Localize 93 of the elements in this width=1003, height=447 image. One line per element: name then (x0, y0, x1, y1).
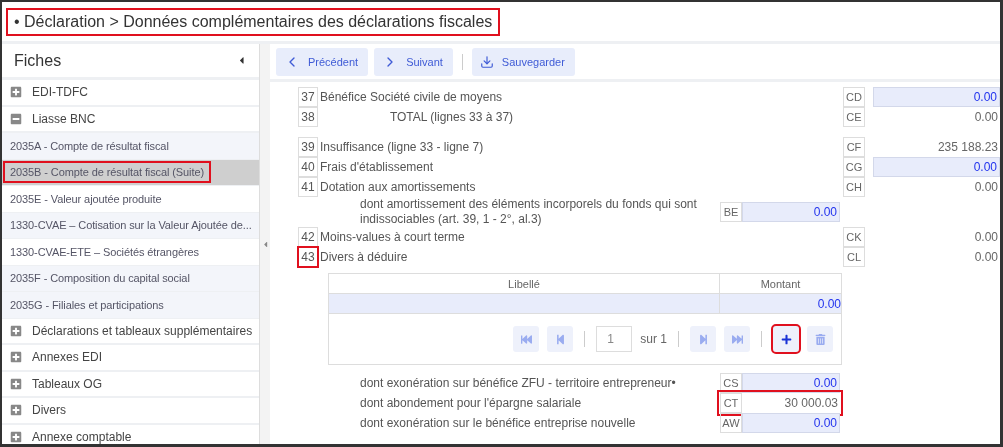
field-code: CS (720, 373, 742, 393)
item-label: 2035A - Compte de résultat fiscal (9, 138, 170, 154)
field-label: Insuffisance (ligne 33 - ligne 7) (319, 140, 485, 154)
page-title: • Déclaration > Données complémentaires des déclarations fiscales (8, 9, 499, 34)
field-code: CK (843, 227, 865, 247)
expand-icon[interactable] (10, 377, 22, 390)
item-label: 1330-CVAE-ETE – Sociétés étrangères (9, 244, 200, 260)
field-label: Divers à déduire (319, 250, 409, 264)
skip-forward-icon (731, 333, 743, 345)
field-code: AW (720, 413, 742, 433)
field-code: CL (843, 247, 865, 267)
item-label: 2035B - Compte de résultat fiscal (Suite) (5, 163, 209, 182)
field-code: CF (843, 137, 865, 157)
column-header: Montant (719, 274, 841, 293)
sidebar-item[interactable]: 1330-CVAE – Cotisation sur la Valeur Ajoutée de... (2, 212, 259, 239)
group-label: Déclarations et tableaux supplémentaires (32, 323, 253, 338)
plus-icon (780, 333, 792, 345)
field-label: Bénéfice Société civile de moyens (319, 90, 504, 104)
splitter-handle[interactable] (260, 44, 270, 444)
sidebar-item[interactable]: 2035B - Compte de résultat fiscal (Suite) (2, 159, 259, 186)
field-label: dont abondement pour l'épargne salariale (360, 395, 583, 411)
sidebar-group[interactable]: Annexes EDI (2, 345, 259, 372)
save-button[interactable]: Sauvegarder (471, 47, 575, 76)
add-button[interactable] (773, 326, 799, 352)
sidebar-group[interactable]: Tableaux OG (2, 371, 259, 398)
group-label: EDI-TDFC (32, 85, 88, 100)
amount-input[interactable]: 0.00 (742, 202, 840, 222)
column-header: Libellé (507, 276, 541, 292)
field-code: CE (843, 107, 865, 127)
sidebar-item[interactable]: 2035F - Composition du capital social (2, 265, 259, 292)
amount-input[interactable]: 0.00 (742, 373, 840, 393)
step-forward-icon (697, 333, 709, 345)
group-label: Tableaux OG (32, 376, 103, 391)
step-back-icon (554, 333, 566, 345)
skip-back-icon (520, 333, 532, 345)
sidebar-title: Fiches (14, 51, 62, 70)
sidebar-group[interactable]: EDI-TDFC (2, 80, 259, 107)
field-label: dont exonération sur le bénéfice entreprise nouvelle (360, 415, 637, 431)
download-icon (479, 54, 494, 69)
sidebar-group[interactable]: Déclarations et tableaux supplémentaires (2, 318, 259, 345)
previous-page-button[interactable] (547, 326, 574, 352)
field-label: Moins-values à court terme (319, 230, 466, 244)
next-button[interactable]: Suivant (374, 47, 453, 76)
field-label: TOTAL (lignes 33 à 37) (388, 110, 515, 124)
delete-button[interactable] (807, 326, 833, 352)
item-label: 2035F - Composition du capital social (9, 271, 191, 287)
field-label: dont exonération sur bénéfice ZFU - territoire entrepreneur• (360, 375, 677, 391)
line-number: 38 (298, 107, 318, 127)
amount-value: 0.00 (973, 249, 999, 266)
page-count: sur 1 (640, 332, 667, 346)
sidebar-item[interactable]: 2035A - Compte de résultat fiscal (2, 133, 259, 160)
field-label: Frais d'établissement (319, 160, 434, 174)
first-page-button[interactable] (513, 326, 540, 352)
item-label: 2035G - Filiales et participations (9, 297, 165, 313)
previous-button[interactable]: Précédent (276, 47, 369, 76)
amount-value: 0.00 (973, 179, 999, 196)
line-number: 39 (298, 137, 318, 157)
last-page-button[interactable] (724, 326, 750, 352)
amount-value: 30 000.03 (783, 395, 839, 412)
page-input[interactable]: 1 (596, 326, 633, 352)
next-page-button[interactable] (690, 326, 716, 352)
line-number: 37 (298, 87, 318, 107)
group-label: Annexes EDI (32, 350, 103, 365)
field-code: CH (843, 177, 865, 197)
field-code: CG (843, 157, 865, 177)
line-number: 42 (298, 227, 318, 247)
field-code: BE (720, 202, 742, 222)
sidebar-item[interactable]: 2035G - Filiales et participations (2, 292, 259, 319)
item-label: 1330-CVAE – Cotisation sur la Valeur Ajoutée de... (9, 218, 253, 234)
sidebar-group[interactable]: Divers (2, 398, 259, 425)
item-label: 2035E - Valeur ajoutée produite (9, 191, 163, 207)
line-number: 41 (298, 177, 318, 197)
expand-icon[interactable] (10, 324, 22, 337)
field-label: Dotation aux amortissements (319, 180, 477, 194)
group-label: Liasse BNC (32, 111, 96, 126)
trash-icon (814, 333, 826, 345)
line-number: 40 (298, 157, 318, 177)
amount-input[interactable]: 0.00 (873, 157, 1000, 177)
field-code: CD (843, 87, 865, 107)
expand-icon[interactable] (10, 86, 22, 99)
amount-value: 0.00 (973, 109, 999, 126)
expand-icon[interactable] (10, 404, 22, 417)
line-number: 43 (298, 247, 318, 267)
amount-value: 235 188.23 (936, 139, 999, 156)
group-label: Divers (32, 403, 66, 418)
field-label: dont amortissement des éléments incorporels du fonds qui sont indissociables (art. 39, 1 - 2°, al.3) (360, 197, 698, 227)
field-code: CT (720, 393, 742, 413)
amount-input[interactable]: 0.00 (873, 87, 1000, 107)
group-label: Annexe comptable (32, 429, 132, 444)
amount-value: 0.00 (973, 229, 999, 246)
expand-icon[interactable] (10, 351, 22, 364)
amount-input[interactable]: 0.00 (742, 413, 840, 433)
expand-icon[interactable] (10, 430, 22, 443)
